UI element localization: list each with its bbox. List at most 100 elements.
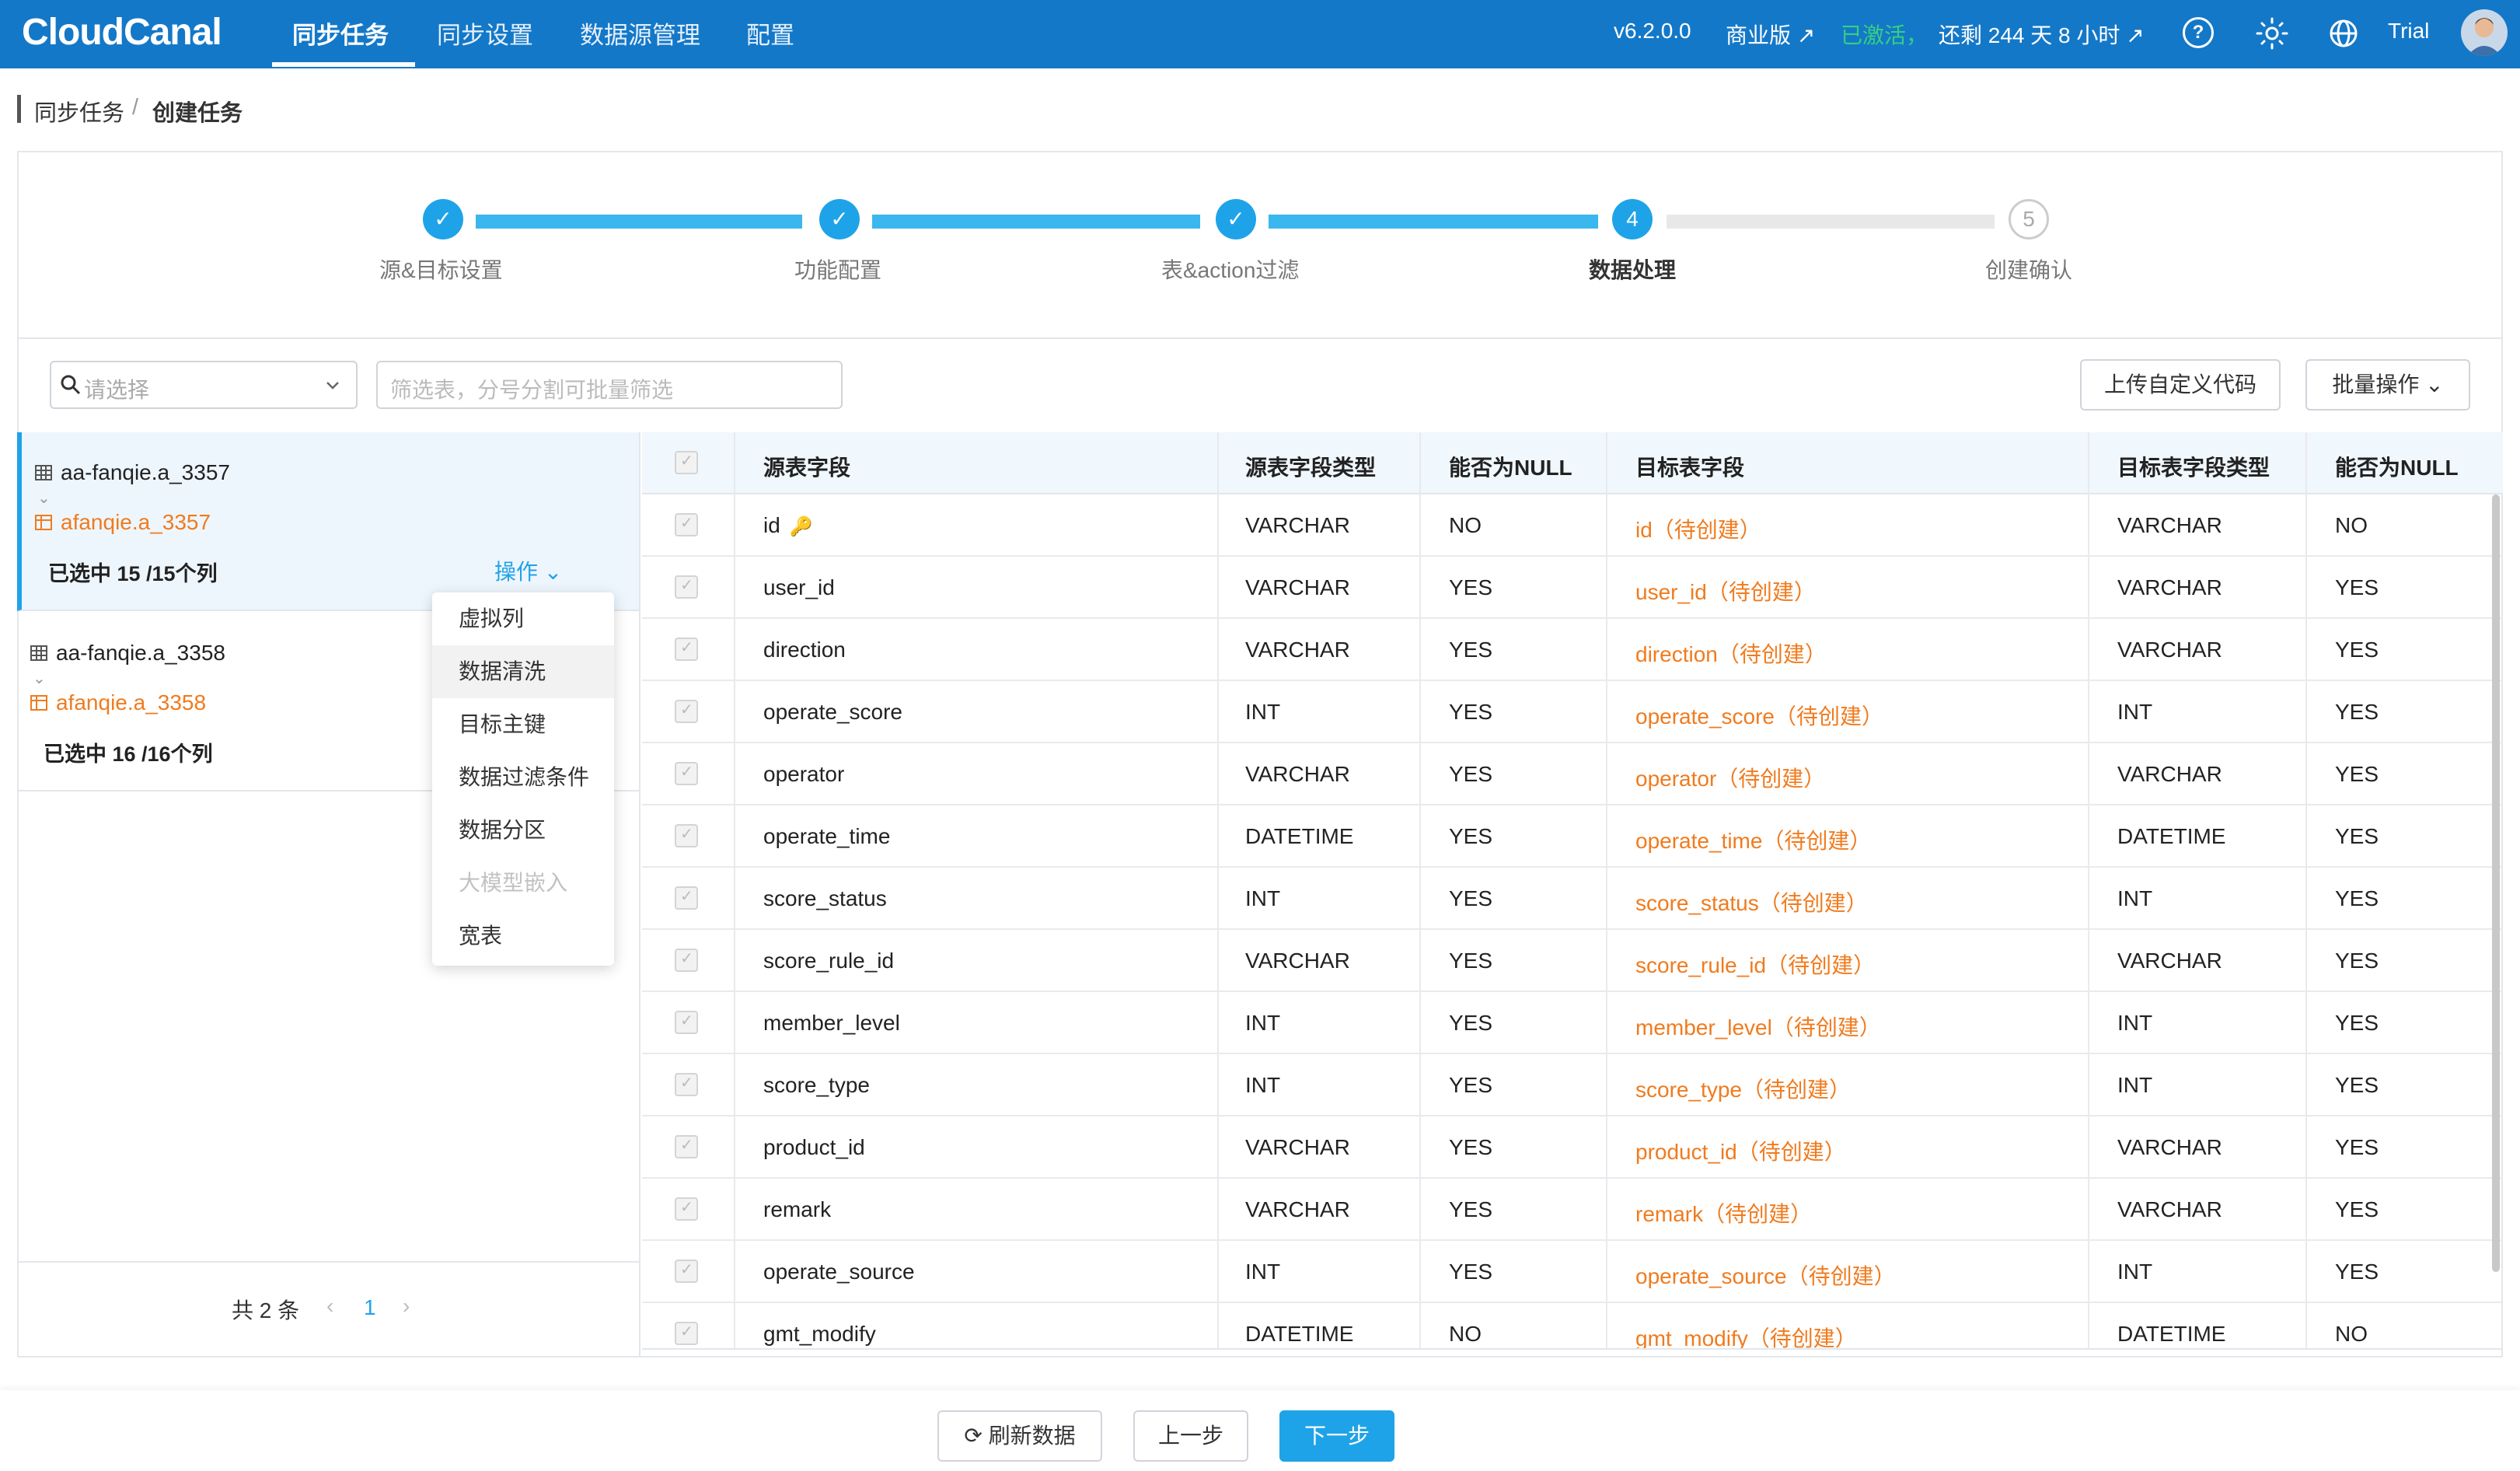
cell-target-nullable: YES [2335, 1073, 2379, 1097]
avatar[interactable] [2461, 9, 2508, 56]
menu-item-wide-table[interactable]: 宽表 [432, 910, 614, 963]
batch-operation-button[interactable]: 批量操作 ⌄ [2305, 359, 2470, 411]
row-checkbox[interactable] [675, 1322, 698, 1345]
step-5-label: 创建确认 [1985, 258, 2073, 282]
pager-total: 共 2 条 [232, 1298, 300, 1323]
edition-link[interactable]: 商业版 ↗ [1726, 19, 1815, 50]
upload-code-button[interactable]: 上传自定义代码 [2080, 359, 2281, 411]
nav-config[interactable]: 配置 [746, 16, 794, 51]
col-header-source-type: 源表字段类型 [1245, 456, 1377, 480]
cell-target-type: VARCHAR [2117, 949, 2222, 973]
cell-target-type: INT [2117, 1073, 2153, 1097]
next-step-button[interactable]: 下一步 [1279, 1410, 1394, 1462]
cell-target-type: VARCHAR [2117, 575, 2222, 599]
nav-active-indicator [272, 62, 415, 67]
step-3-check-icon: ✓ [1216, 199, 1256, 239]
cell-source-nullable: NO [1449, 513, 1482, 537]
row-checkbox[interactable] [675, 1073, 698, 1096]
row-checkbox[interactable] [675, 949, 698, 972]
row-checkbox[interactable] [675, 1135, 698, 1158]
cell-target-type: INT [2117, 886, 2153, 910]
table-row: operate_source INT YES operate_source（待创建） I… [642, 1241, 2503, 1303]
cell-target-field: score_status（待创建） [1635, 891, 1868, 915]
cell-source-field: direction [763, 638, 846, 662]
row-checkbox[interactable] [675, 575, 698, 599]
chevron-down-icon [323, 376, 342, 395]
row-checkbox[interactable] [675, 513, 698, 536]
mapping-arrow-icon: ⌄ [37, 490, 51, 507]
col-header-source-nullable: 能否为NULL [1449, 456, 1572, 480]
refresh-data-button[interactable]: ⟳ 刷新数据 [937, 1410, 1102, 1462]
row-checkbox[interactable] [675, 1197, 698, 1221]
cell-source-nullable: YES [1449, 762, 1493, 786]
nav-sync-tasks[interactable]: 同步任务 [292, 16, 389, 51]
step-3-label: 表&action过滤 [1161, 258, 1300, 282]
table-row: operate_score INT YES operate_score（待创建） INT… [642, 681, 2503, 743]
cell-target-field: user_id（待创建） [1635, 580, 1816, 604]
cell-target-type: INT [2117, 1260, 2153, 1284]
row-checkbox[interactable] [675, 700, 698, 723]
step-2-check-icon: ✓ [819, 199, 860, 239]
table-list-item[interactable]: aa-fanqie.a_3357 ⌄ afanqie.a_3357 已选中 15… [17, 432, 639, 611]
column-divider [1419, 432, 1421, 1348]
cell-target-type: INT [2117, 1011, 2153, 1035]
menu-item-target-primary-key[interactable]: 目标主键 [432, 698, 614, 751]
help-circle-icon[interactable]: ? [2183, 17, 2214, 48]
target-table-name: afanqie.a_3358 [56, 690, 207, 715]
select-all-checkbox[interactable] [675, 451, 698, 474]
table-row: remark VARCHAR YES remark（待创建） VARCHAR YES [642, 1179, 2503, 1241]
remaining-time-link[interactable]: 还剩 244 天 8 小时 ↗ [1939, 19, 2145, 50]
menu-item-data-partition[interactable]: 数据分区 [432, 804, 614, 857]
table-scrollbar[interactable] [2492, 494, 2500, 1272]
step-connector [476, 215, 802, 229]
table-row: operate_time DATETIME YES operate_time（待创建）… [642, 805, 2503, 868]
row-checkbox[interactable] [675, 1260, 698, 1283]
cell-source-type: INT [1245, 1260, 1281, 1284]
menu-item-virtual-column[interactable]: 虚拟列 [432, 592, 614, 645]
previous-step-button[interactable]: 上一步 [1133, 1410, 1248, 1462]
cell-target-nullable: YES [2335, 1135, 2379, 1159]
row-checkbox[interactable] [675, 824, 698, 847]
cell-target-field: id（待创建） [1635, 518, 1761, 542]
cell-source-type: DATETIME [1245, 1322, 1354, 1346]
table-icon [30, 644, 48, 662]
row-checkbox[interactable] [675, 638, 698, 661]
schema-select-placeholder: 请选择 [84, 378, 150, 402]
cell-source-nullable: YES [1449, 824, 1493, 848]
cell-target-nullable: YES [2335, 700, 2379, 724]
col-header-target-nullable: 能否为NULL [2335, 456, 2459, 480]
breadcrumb-root[interactable]: 同步任务 [34, 95, 124, 128]
cell-target-field: operator（待创建） [1635, 767, 1826, 791]
column-mapping-table: 源表字段 源表字段类型 能否为NULL 目标表字段 目标表字段类型 能否为NUL… [642, 432, 2503, 1350]
table-row: product_id VARCHAR YES product_id（待创建） VARCH… [642, 1116, 2503, 1179]
cell-source-nullable: YES [1449, 886, 1493, 910]
pager-prev-icon[interactable]: ‹ [326, 1294, 333, 1319]
cell-target-field: remark（待创建） [1635, 1202, 1813, 1226]
menu-item-data-filter[interactable]: 数据过滤条件 [432, 751, 614, 804]
selected-columns-count: 已选中 15 /15个列 [48, 562, 218, 585]
table-row: score_type INT YES score_type（待创建） INT YES [642, 1054, 2503, 1116]
table-filter-input[interactable]: 筛选表，分号分割可批量筛选 [376, 361, 843, 409]
cell-source-field: user_id [763, 575, 835, 599]
operation-dropdown-link[interactable]: 操作 ⌄ [494, 555, 562, 586]
row-checkbox[interactable] [675, 1011, 698, 1034]
cell-source-field: operator [763, 762, 845, 786]
cell-source-nullable: YES [1449, 1197, 1493, 1221]
column-divider [1217, 432, 1219, 1348]
cell-target-nullable: NO [2335, 513, 2368, 537]
row-checkbox[interactable] [675, 762, 698, 785]
table-row: score_rule_id VARCHAR YES score_rule_id（待创建… [642, 930, 2503, 992]
menu-item-data-cleaning[interactable]: 数据清洗 [432, 645, 614, 698]
globe-icon[interactable] [2327, 17, 2360, 50]
pager-current-page[interactable]: 1 [364, 1295, 376, 1320]
cell-target-field: operate_time（待创建） [1635, 829, 1872, 853]
activated-status: 已激活， [1841, 23, 1928, 47]
cell-source-nullable: YES [1449, 575, 1493, 599]
step-connector [872, 215, 1200, 229]
nav-datasource[interactable]: 数据源管理 [580, 16, 700, 51]
schema-select[interactable]: 请选择 [50, 361, 358, 409]
nav-sync-settings[interactable]: 同步设置 [437, 16, 533, 51]
sun-icon[interactable] [2254, 16, 2290, 51]
pager-next-icon[interactable]: › [403, 1294, 410, 1319]
row-checkbox[interactable] [675, 886, 698, 910]
